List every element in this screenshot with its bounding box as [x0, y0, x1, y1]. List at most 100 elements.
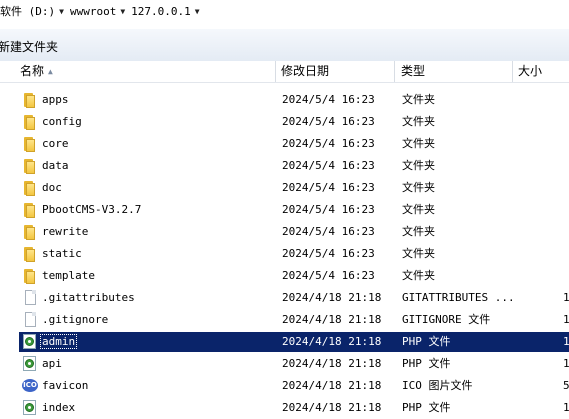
- column-size-label: 大小: [518, 64, 543, 78]
- file-modified-date: 2024/4/18 21:18: [282, 291, 382, 304]
- file-type: 文件夹: [402, 137, 435, 150]
- file-row[interactable]: data 2024/5/4 16:23 文件夹: [0, 155, 569, 177]
- file-row[interactable]: PbootCMS-V3.2.7 2024/5/4 16:23 文件夹: [0, 199, 569, 221]
- folder-icon: [22, 180, 38, 196]
- file-modified-date: 2024/5/4 16:23: [282, 115, 375, 128]
- file-row[interactable]: ICO favicon 2024/4/18 21:18 ICO 图片文件 5: [0, 375, 569, 397]
- file-type: 文件夹: [402, 247, 435, 260]
- file-name[interactable]: .gitattributes: [42, 287, 135, 309]
- folder-icon: [22, 246, 38, 262]
- folder-icon: [22, 136, 38, 152]
- file-name[interactable]: index: [42, 397, 75, 419]
- folder-icon: [22, 268, 38, 284]
- php-file-icon: [22, 356, 38, 372]
- folder-icon: [22, 224, 38, 240]
- column-name-label: 名称: [20, 64, 45, 78]
- file-name[interactable]: data: [42, 155, 69, 177]
- file-row[interactable]: core 2024/5/4 16:23 文件夹: [0, 133, 569, 155]
- file-name[interactable]: template: [42, 265, 95, 287]
- file-type: GITATTRIBUTES ...: [402, 291, 515, 304]
- file-icon: [22, 290, 38, 306]
- file-row[interactable]: apps 2024/5/4 16:23 文件夹: [0, 89, 569, 111]
- folder-icon: [22, 202, 38, 218]
- column-header-size[interactable]: 大小: [513, 61, 569, 82]
- folder-icon: [22, 158, 38, 174]
- file-modified-date: 2024/5/4 16:23: [282, 181, 375, 194]
- file-name[interactable]: static: [42, 243, 82, 265]
- column-header-name[interactable]: 名称 ▲: [0, 61, 276, 82]
- file-name[interactable]: api: [42, 353, 62, 375]
- file-name[interactable]: core: [42, 133, 69, 155]
- file-type: PHP 文件: [402, 401, 451, 414]
- folder-icon: [22, 114, 38, 130]
- folder-icon: [22, 92, 38, 108]
- file-modified-date: 2024/5/4 16:23: [282, 247, 375, 260]
- file-row[interactable]: rewrite 2024/5/4 16:23 文件夹: [0, 221, 569, 243]
- chevron-down-icon[interactable]: ▼: [59, 7, 64, 16]
- file-type: PHP 文件: [402, 357, 451, 370]
- file-size: 1: [563, 291, 569, 304]
- file-row[interactable]: admin 2024/4/18 21:18 PHP 文件 1: [0, 331, 569, 353]
- file-name[interactable]: config: [42, 111, 82, 133]
- file-modified-date: 2024/5/4 16:23: [282, 225, 375, 238]
- breadcrumb-item-localhost[interactable]: 127.0.0.1: [131, 5, 191, 18]
- php-file-icon: [22, 400, 38, 416]
- file-icon: [22, 312, 38, 328]
- file-modified-date: 2024/4/18 21:18: [282, 357, 382, 370]
- file-name[interactable]: apps: [42, 89, 69, 111]
- php-file-icon: [22, 334, 38, 350]
- file-modified-date: 2024/4/18 21:18: [282, 335, 382, 348]
- breadcrumb: 软件 (D:) ▼ wwwroot ▼ 127.0.0.1 ▼: [0, 0, 569, 22]
- file-size: 1: [563, 335, 569, 348]
- new-folder-button[interactable]: 新建文件夹: [0, 38, 58, 55]
- file-type: ICO 图片文件: [402, 379, 473, 392]
- file-name[interactable]: rewrite: [42, 221, 88, 243]
- column-date-label: 修改日期: [281, 64, 330, 78]
- file-type: 文件夹: [402, 269, 435, 282]
- file-name[interactable]: admin: [40, 331, 78, 353]
- file-modified-date: 2024/4/18 21:18: [282, 379, 382, 392]
- chevron-down-icon[interactable]: ▼: [195, 7, 200, 16]
- file-name[interactable]: PbootCMS-V3.2.7: [42, 199, 141, 221]
- file-modified-date: 2024/4/18 21:18: [282, 313, 382, 326]
- file-modified-date: 2024/5/4 16:23: [282, 137, 375, 150]
- breadcrumb-item-drive[interactable]: 软件 (D:): [0, 3, 55, 19]
- file-type: 文件夹: [402, 181, 435, 194]
- file-type: GITIGNORE 文件: [402, 313, 491, 326]
- file-row[interactable]: .gitattributes 2024/4/18 21:18 GITATTRIBUT…: [0, 287, 569, 309]
- command-bar: 新建文件夹: [0, 29, 569, 62]
- file-size: 1: [563, 357, 569, 370]
- file-row[interactable]: doc 2024/5/4 16:23 文件夹: [0, 177, 569, 199]
- sort-ascending-icon: ▲: [48, 67, 53, 76]
- file-row[interactable]: .gitignore 2024/4/18 21:18 GITIGNORE 文件 1: [0, 309, 569, 331]
- file-row[interactable]: static 2024/5/4 16:23 文件夹: [0, 243, 569, 265]
- column-header-type[interactable]: 类型: [395, 61, 513, 82]
- column-type-label: 类型: [401, 64, 426, 78]
- file-modified-date: 2024/5/4 16:23: [282, 269, 375, 282]
- file-size: 1: [563, 401, 569, 414]
- breadcrumb-item-wwwroot[interactable]: wwwroot: [70, 5, 116, 18]
- file-list: apps 2024/5/4 16:23 文件夹 config 2024/5/4 16:2…: [0, 89, 569, 419]
- file-type: PHP 文件: [402, 335, 451, 348]
- file-modified-date: 2024/5/4 16:23: [282, 159, 375, 172]
- column-header-date[interactable]: 修改日期: [276, 61, 395, 82]
- chevron-down-icon[interactable]: ▼: [120, 7, 125, 16]
- file-size: 5: [563, 379, 569, 392]
- file-name[interactable]: .gitignore: [42, 309, 108, 331]
- file-type: 文件夹: [402, 225, 435, 238]
- file-row[interactable]: api 2024/4/18 21:18 PHP 文件 1: [0, 353, 569, 375]
- file-row[interactable]: index 2024/4/18 21:18 PHP 文件 1: [0, 397, 569, 419]
- file-modified-date: 2024/4/18 21:18: [282, 401, 382, 414]
- file-type: 文件夹: [402, 115, 435, 128]
- file-row[interactable]: config 2024/5/4 16:23 文件夹: [0, 111, 569, 133]
- file-type: 文件夹: [402, 93, 435, 106]
- file-row[interactable]: template 2024/5/4 16:23 文件夹: [0, 265, 569, 287]
- file-type: 文件夹: [402, 203, 435, 216]
- file-modified-date: 2024/5/4 16:23: [282, 93, 375, 106]
- column-header: 名称 ▲ 修改日期 类型 大小: [0, 61, 569, 83]
- ico-file-icon: ICO: [22, 378, 38, 394]
- file-modified-date: 2024/5/4 16:23: [282, 203, 375, 216]
- file-type: 文件夹: [402, 159, 435, 172]
- file-name[interactable]: favicon: [42, 375, 88, 397]
- file-name[interactable]: doc: [42, 177, 62, 199]
